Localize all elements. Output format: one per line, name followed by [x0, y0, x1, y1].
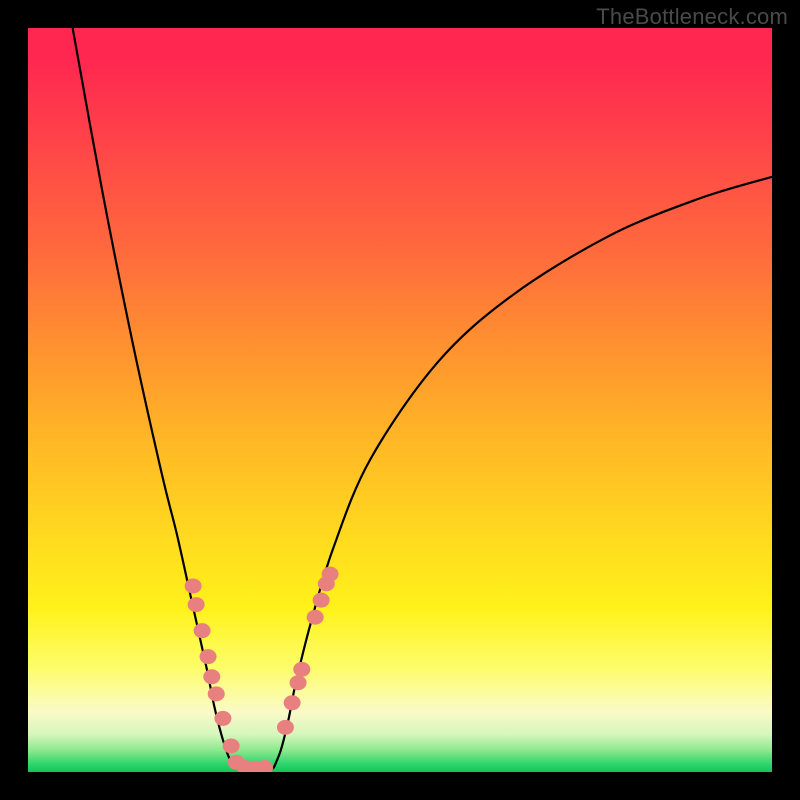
data-marker: [307, 610, 324, 625]
curve-overlay: [28, 28, 772, 772]
data-marker: [293, 662, 310, 677]
data-marker: [284, 695, 301, 710]
data-marker: [208, 686, 225, 701]
markers-right: [277, 567, 339, 735]
markers-left: [185, 579, 273, 773]
data-marker: [322, 567, 339, 582]
data-marker: [188, 597, 205, 612]
data-marker: [200, 649, 217, 664]
data-marker: [223, 738, 240, 753]
data-marker: [290, 675, 307, 690]
data-marker: [203, 669, 220, 684]
watermark-text: TheBottleneck.com: [596, 4, 788, 30]
plot-area: [28, 28, 772, 772]
data-marker: [277, 720, 294, 735]
chart-frame: TheBottleneck.com: [0, 0, 800, 800]
data-marker: [194, 623, 211, 638]
data-marker: [214, 711, 231, 726]
curve-right: [274, 177, 772, 768]
data-marker: [313, 593, 330, 608]
data-marker: [185, 579, 202, 594]
